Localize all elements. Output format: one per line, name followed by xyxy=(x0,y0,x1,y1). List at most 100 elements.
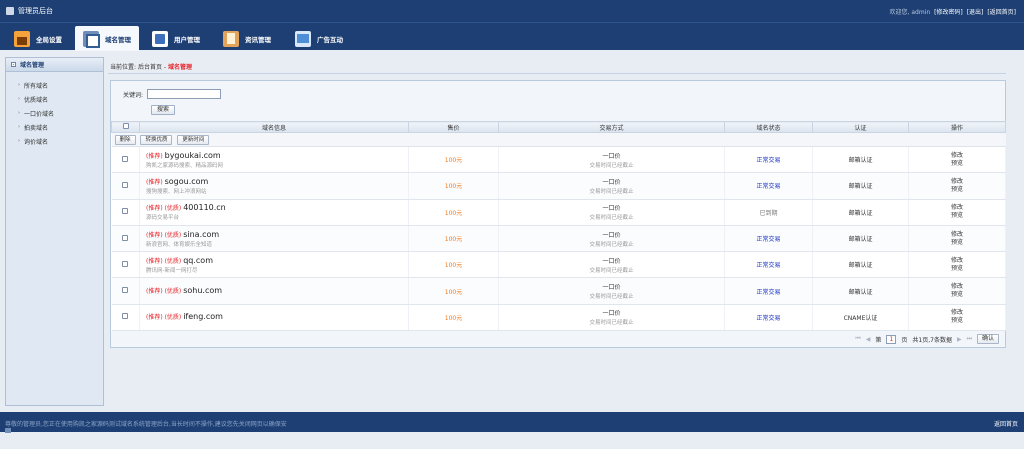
tab-domain-management[interactable]: 域名管理 xyxy=(75,26,139,51)
tab-label: 资讯管理 xyxy=(245,35,271,44)
domain-description: 源码交易平台 xyxy=(146,215,180,222)
edit-link[interactable]: 修改 xyxy=(909,283,1005,291)
brand: 管理员后台 xyxy=(6,6,53,16)
tab-user-management[interactable]: 用户管理 xyxy=(144,26,208,51)
search-bar: 关键词: xyxy=(123,89,222,99)
first-page-button[interactable]: ⏮ xyxy=(855,335,860,343)
page-total: 共1页,7条数据 xyxy=(912,336,952,344)
sidebar-header[interactable]: - 域名管理 xyxy=(6,58,103,72)
preview-link[interactable]: 预览 xyxy=(909,265,1005,273)
search-button[interactable]: 搜索 xyxy=(151,105,176,115)
trade-cell: 一口价 交易时间已经截止 xyxy=(498,304,725,332)
row-checkbox[interactable] xyxy=(122,287,129,294)
footer-home-link[interactable]: 返回首页 xyxy=(994,419,1018,428)
domain-icon xyxy=(83,30,100,48)
domain-list-panel: 关键词: 搜索 域名信息 售价 交易方式 域名状态 认证 操作 删除 转换优质 xyxy=(110,80,1006,348)
trade-cell: 一口价 交易时间已经截止 xyxy=(498,199,725,226)
row-select-cell xyxy=(111,225,140,253)
edit-link[interactable]: 修改 xyxy=(909,257,1005,265)
price-cell: 100元 xyxy=(408,304,499,332)
welcome-text: 欢迎您, xyxy=(889,9,910,16)
operations-cell: 修改 预览 xyxy=(908,199,1006,226)
change-password-link[interactable]: [修改密码] xyxy=(934,9,963,16)
small-icon xyxy=(5,428,11,433)
sidebar: - 域名管理 › 所有域名 › 优质域名 › 一口价域名 › 拍卖域名 › 询价域名 xyxy=(5,57,104,406)
column-header: 售价 xyxy=(408,121,499,133)
table-row: (推荐) (优质) 400110.cn 源码交易平台 100元 一口价 交易时间已经截止… xyxy=(111,199,1006,226)
trade-note: 交易时间已经截止 xyxy=(589,320,634,327)
preview-link[interactable]: 预览 xyxy=(909,291,1005,299)
preview-link[interactable]: 预览 xyxy=(909,186,1005,194)
preview-link[interactable]: 预览 xyxy=(909,160,1005,168)
row-checkbox[interactable] xyxy=(122,260,129,267)
prev-page-button[interactable]: ◀ xyxy=(866,336,871,343)
toolbar-cell: 删除 转换优质 更新时间 xyxy=(111,132,1006,147)
tab-news-management[interactable]: 资讯管理 xyxy=(215,26,279,51)
edit-link[interactable]: 修改 xyxy=(909,178,1005,186)
breadcrumb-home[interactable]: 后台首页 xyxy=(138,64,162,71)
row-checkbox[interactable] xyxy=(122,208,129,215)
sidebar-item-premium-domains[interactable]: › 优质域名 xyxy=(6,92,103,106)
domain-name: ifeng.com xyxy=(183,312,223,322)
row-checkbox[interactable] xyxy=(122,181,129,188)
app-title: 管理员后台 xyxy=(18,7,53,15)
table-row: (推荐) (优质) sina.com 新浪官网、体育娱乐全知道 100元 一口价 交易时… xyxy=(111,225,1006,253)
edit-link[interactable]: 修改 xyxy=(909,152,1005,160)
logout-link[interactable]: [退出] xyxy=(967,9,984,16)
trade-note: 交易时间已经截止 xyxy=(589,241,634,248)
preview-link[interactable]: 预览 xyxy=(909,239,1005,247)
trade-cell: 一口价 交易时间已经截止 xyxy=(498,225,725,253)
domain-tags: (推荐) (优质) xyxy=(146,314,182,322)
domain-description: 搜狗搜索、网上冲浪网站 xyxy=(146,188,207,195)
keyword-input[interactable] xyxy=(147,89,222,99)
page-number-input[interactable]: 1 xyxy=(886,334,897,344)
confirm-page-button[interactable]: 确认 xyxy=(976,334,999,344)
sidebar-item-fixed-price[interactable]: › 一口价域名 xyxy=(6,106,103,120)
search-label: 关键词: xyxy=(123,91,144,99)
ad-icon xyxy=(295,30,311,47)
domain-description: 新浪官网、体育娱乐全知道 xyxy=(146,241,213,248)
domain-info-cell: (推荐) (优质) sohu.com xyxy=(139,277,409,305)
last-page-button[interactable]: ⏭ xyxy=(967,335,972,343)
select-all-checkbox[interactable] xyxy=(122,123,129,129)
domain-name: sogou.com xyxy=(164,176,209,186)
collapse-icon[interactable]: - xyxy=(11,62,16,67)
sidebar-item-auction[interactable]: › 拍卖域名 xyxy=(6,120,103,134)
sidebar-item-inquiry[interactable]: › 询价域名 xyxy=(6,134,103,148)
pagination: ⏮ ◀ 第 1 页 共1页,7条数据 ▶ ⏭ 确认 xyxy=(855,334,999,344)
cert-cell: 邮箱认证 xyxy=(812,225,909,253)
status-cell: 正常交易 xyxy=(724,277,813,305)
delete-button[interactable]: 删除 xyxy=(114,134,136,145)
sidebar-item-label: 优质域名 xyxy=(24,96,49,104)
domain-name: 400110.cn xyxy=(183,203,226,213)
breadcrumb-current: 域名管理 xyxy=(167,64,192,71)
preview-link[interactable]: 预览 xyxy=(909,212,1005,220)
next-page-button[interactable]: ▶ xyxy=(957,336,962,343)
domain-tags: (推荐) xyxy=(146,152,163,160)
sidebar-item-all-domains[interactable]: › 所有域名 xyxy=(6,78,103,92)
convert-premium-button[interactable]: 转换优质 xyxy=(140,134,173,145)
preview-link[interactable]: 预览 xyxy=(909,317,1005,325)
arrow-right-icon: › xyxy=(18,138,20,144)
table-row: (推荐) (优质) sohu.com 100元 一口价 交易时间已经截止 正常交易 邮箱认… xyxy=(111,277,1006,305)
edit-link[interactable]: 修改 xyxy=(909,231,1005,239)
row-checkbox[interactable] xyxy=(122,313,129,320)
row-checkbox[interactable] xyxy=(122,155,129,162)
tab-ad-interaction[interactable]: 广告互动 xyxy=(287,26,351,51)
row-checkbox[interactable] xyxy=(122,234,129,241)
domain-info-cell: (推荐) sogou.com 搜狗搜索、网上冲浪网站 xyxy=(139,172,409,200)
trade-type: 一口价 xyxy=(602,205,621,213)
trade-note: 交易时间已经截止 xyxy=(589,267,634,274)
main-nav: 全局设置 域名管理 用户管理 资讯管理 广告互动 xyxy=(0,22,1024,51)
tab-label: 域名管理 xyxy=(105,35,131,44)
status-cell: 已到期 xyxy=(724,199,813,226)
update-time-button[interactable]: 更新时间 xyxy=(177,134,210,145)
status-cell: 正常交易 xyxy=(724,146,813,174)
tab-global-settings[interactable]: 全局设置 xyxy=(6,26,70,51)
trade-cell: 一口价 交易时间已经截止 xyxy=(498,146,725,174)
trade-type: 一口价 xyxy=(602,257,621,265)
breadcrumb: 当前位置: 后台首页 - 域名管理 xyxy=(110,62,192,71)
domain-info-cell: (推荐) (优质) sina.com 新浪官网、体育娱乐全知道 xyxy=(139,225,409,253)
sidebar-item-label: 一口价域名 xyxy=(24,110,55,118)
home-link[interactable]: [返回首页] xyxy=(987,9,1016,16)
